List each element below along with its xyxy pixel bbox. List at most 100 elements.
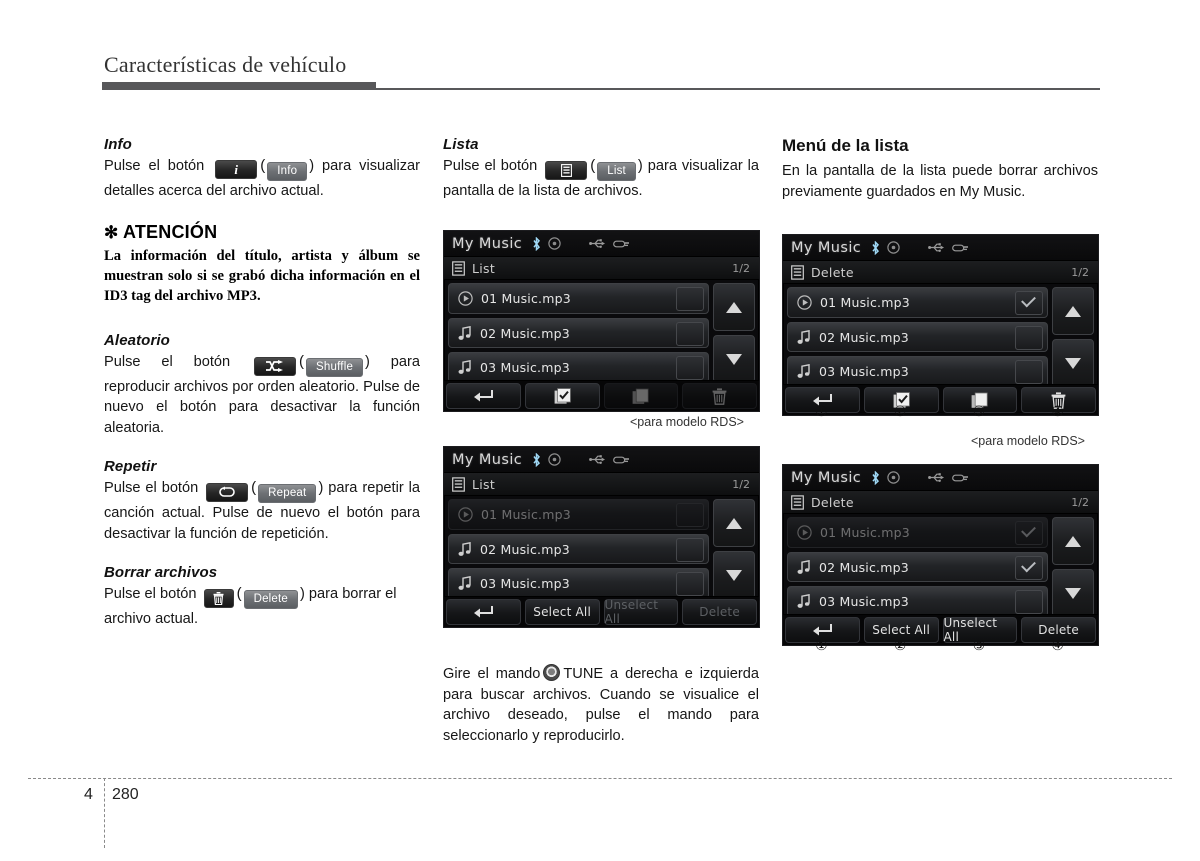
scroll-up-button[interactable] [713,499,755,547]
device-toolbar [444,380,759,411]
disc-icon [548,453,561,466]
section-shuffle-heading: Aleatorio [104,331,170,349]
table-row[interactable]: 02 Music.mp3 [448,317,709,349]
scroll-buttons [713,499,755,599]
list-icon [791,264,804,280]
row-checkbox[interactable] [676,287,704,311]
table-row[interactable]: 02 Music.mp3 [787,551,1048,583]
page-indicator: 1/2 [1071,495,1089,509]
callout-1: ① [815,404,828,420]
open-paren: ( [260,157,266,174]
row-checkbox[interactable] [1015,555,1043,580]
table-row[interactable]: 02 Music.mp3 [787,321,1048,353]
device-body: 01 Music.mp3 02 Music.mp3 03 Music.mp3 [444,496,759,600]
tune-knob-icon [543,664,561,681]
repeat-icon [206,483,249,502]
row-checkbox[interactable] [676,356,704,381]
status-icon-group [532,452,630,467]
track-label: 01 Music.mp3 [820,524,910,540]
device-subtitle-bar: Delete 1/2 [783,261,1098,284]
track-list: 01 Music.mp3 02 Music.mp3 03 Music.mp3 [787,517,1048,618]
bluetooth-icon [872,240,880,255]
table-row[interactable]: 03 Music.mp3 [787,356,1048,388]
table-row[interactable]: 01 Music.mp3 [448,499,709,530]
table-row[interactable]: 02 Music.mp3 [448,533,709,565]
delete-button[interactable]: Delete [682,599,757,625]
row-checkbox[interactable] [1015,360,1043,385]
delete-text-before: Pulse el botón [104,586,197,602]
track-label: 03 Music.mp3 [819,594,909,610]
table-row[interactable]: 01 Music.mp3 [448,283,709,314]
aux-plug-icon [952,474,969,481]
track-label: 01 Music.mp3 [820,294,910,310]
open-paren: ( [251,479,257,496]
unselect-all-button[interactable]: Unselect All [603,598,679,626]
music-note-icon [797,559,810,574]
device-title-bar: My Music [783,235,1098,261]
track-list: 01 Music.mp3 02 Music.mp3 03 Music.mp3 [787,287,1048,388]
delete-ui-button[interactable]: Delete [243,590,299,609]
table-row[interactable]: 01 Music.mp3 [787,287,1048,318]
page-indicator: 1/2 [732,261,750,275]
info-ui-button[interactable]: Info [267,162,308,181]
scroll-down-button[interactable] [713,335,755,383]
table-row[interactable]: 03 Music.mp3 [448,568,709,600]
table-row[interactable]: 01 Music.mp3 [787,517,1048,548]
footer-rule [28,778,1172,779]
section-shuffle: Aleatorio Pulse el botón (Shuffle) para … [104,332,420,439]
row-checkbox[interactable] [1015,521,1043,545]
section-repeat: Repetir Pulse el botón (Repeat) para rep… [104,458,420,544]
copy-button[interactable] [603,383,679,409]
repeat-ui-button[interactable]: Repeat [258,484,317,503]
section-menu-lista-heading: Menú de la lista [782,136,909,155]
list-icon [791,494,804,510]
scroll-down-button[interactable] [713,551,755,599]
section-menu-lista-text: En la pantalla de la lista puede borrar … [782,163,1098,200]
scroll-up-button[interactable] [713,283,755,331]
row-checkbox[interactable] [1015,291,1043,315]
device-title: My Music [452,235,523,252]
info-text-before: Pulse el botón [104,158,205,174]
select-mode-button[interactable] [524,383,600,409]
right-column: Menú de la lista En la pantalla de la li… [782,136,1098,222]
device-body: 01 Music.mp3 02 Music.mp3 03 Music.mp3 [444,280,759,384]
back-button[interactable] [446,383,521,409]
row-checkbox[interactable] [1015,590,1043,615]
device-screen-list-selectall: My Music List 1/2 01 Music.mp3 02 Music.… [443,446,760,628]
scroll-up-button[interactable] [1052,287,1094,335]
list-icon [452,260,465,276]
table-row[interactable]: 03 Music.mp3 [448,352,709,384]
row-checkbox[interactable] [676,503,704,527]
caption-rds-1: <para modelo RDS> [630,415,744,429]
track-list: 01 Music.mp3 02 Music.mp3 03 Music.mp3 [448,283,709,384]
device-title-bar: My Music [444,447,759,473]
track-label: 03 Music.mp3 [819,364,909,380]
row-checkbox[interactable] [676,537,704,562]
status-icon-group [532,236,630,251]
table-row[interactable]: 03 Music.mp3 [787,586,1048,618]
bluetooth-icon [533,236,541,251]
page-indicator: 1/2 [1071,265,1089,279]
device-subtitle: List [472,260,496,276]
row-checkbox[interactable] [676,321,704,346]
select-all-button[interactable]: Select All [524,599,600,625]
list-ui-button[interactable]: List [597,162,636,181]
disc-icon [887,471,900,484]
track-label: 01 Music.mp3 [481,506,571,522]
shuffle-ui-button[interactable]: Shuffle [306,357,364,377]
tune-paragraph: Gire el mando TUNE a derecha e izquierda … [443,664,759,746]
device-subtitle: Delete [811,264,854,280]
status-icon-group [871,240,969,255]
device-toolbar: Select All Unselect All Delete [444,596,759,627]
scroll-down-button[interactable] [1052,339,1094,387]
section-lista-text: Pulse el botón (List) para visualizar la… [443,156,759,202]
usb-icon [589,455,606,464]
scroll-down-button[interactable] [1052,569,1094,617]
back-button[interactable] [446,599,521,625]
row-checkbox[interactable] [1015,325,1043,350]
trash-icon [712,387,727,405]
scroll-up-button[interactable] [1052,517,1094,565]
device-title: My Music [791,239,862,256]
delete-button[interactable] [682,383,757,409]
row-checkbox[interactable] [676,572,704,597]
